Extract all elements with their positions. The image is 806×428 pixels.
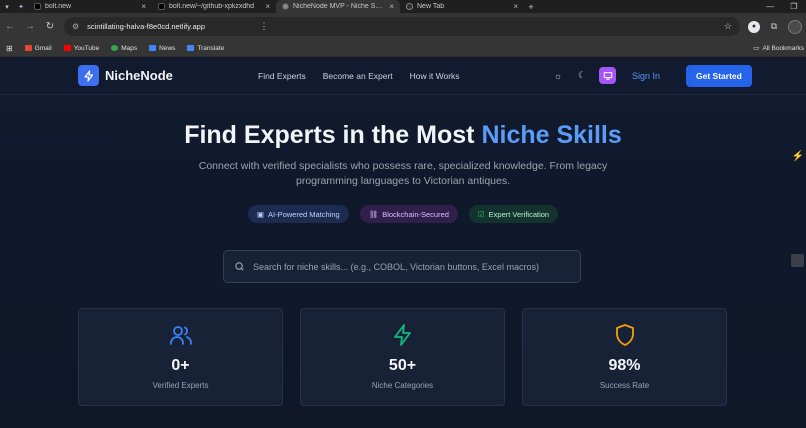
- bolt-favicon-icon: [34, 3, 41, 10]
- checkbox-icon: ☑: [477, 209, 485, 219]
- close-tab-icon[interactable]: ×: [141, 2, 146, 11]
- search-icon: [235, 262, 244, 271]
- lightning-icon: [393, 324, 411, 346]
- maps-icon: [111, 45, 119, 51]
- hero-title: Find Experts in the Most Niche Skills: [184, 121, 622, 149]
- tab-title: bolt.new/~/github-xpkzxdhd: [169, 3, 255, 10]
- stat-value: 0+: [171, 357, 190, 374]
- gmail-icon: [24, 45, 32, 51]
- stats-row: 0+ Verified Experts 50+ Niche Categories…: [78, 308, 727, 406]
- chrome-favicon-icon: [406, 3, 413, 10]
- tab-bolt[interactable]: bolt.new ×: [28, 0, 152, 13]
- shield-icon: [615, 324, 634, 346]
- bookmark-gmail[interactable]: Gmail: [24, 45, 52, 52]
- close-tab-icon[interactable]: ×: [513, 2, 518, 11]
- extension-icon[interactable]: ●: [748, 20, 760, 33]
- tab-list-chevron-icon[interactable]: ▾: [0, 0, 14, 13]
- new-tab-button[interactable]: +: [524, 0, 538, 13]
- get-started-button[interactable]: Get Started: [686, 64, 752, 87]
- stat-label: Niche Categories: [371, 381, 434, 390]
- feature-badges: ▣ AI-Powered Matching ⛓ Blockchain-Secured…: [0, 205, 806, 223]
- restore-icon[interactable]: ❐: [782, 0, 806, 13]
- sign-in-link[interactable]: Sign In: [632, 71, 660, 81]
- stat-label: Verified Experts: [152, 381, 209, 390]
- brand-name: NicheNode: [105, 68, 173, 83]
- stat-card-experts: 0+ Verified Experts: [78, 308, 283, 406]
- tab-title: NicheNode MVP - Niche Skills: [293, 3, 386, 10]
- browser-toolbar: ← → ↻ ⚙ scintillating-halva-f8e0cd.netli…: [0, 13, 806, 40]
- side-panel-icon[interactable]: [791, 254, 804, 267]
- link-icon: ⛓: [368, 209, 379, 219]
- main-nav: Find Experts Become an Expert How it Wor…: [258, 71, 460, 81]
- stat-value: 50+: [388, 357, 417, 374]
- bookmark-youtube[interactable]: YouTube: [63, 45, 99, 52]
- close-tab-icon[interactable]: ×: [265, 2, 270, 11]
- tab-nichenode[interactable]: NicheNode MVP - Niche Skills ×: [276, 0, 400, 13]
- minimize-icon[interactable]: —: [758, 0, 782, 13]
- address-bar[interactable]: ⚙ scintillating-halva-f8e0cd.netlify.app…: [64, 17, 740, 36]
- folder-icon: ▭: [753, 45, 760, 52]
- badge-blockchain: ⛓ Blockchain-Secured: [359, 205, 458, 223]
- sun-icon[interactable]: ☼: [551, 69, 565, 83]
- close-tab-icon[interactable]: ×: [389, 2, 394, 11]
- page-content: NicheNode Find Experts Become an Expert …: [0, 57, 806, 428]
- badge-ai-matching: ▣ AI-Powered Matching: [247, 205, 349, 223]
- translate-icon: [187, 45, 195, 51]
- url-text: scintillating-halva-f8e0cd.netlify.app: [87, 22, 206, 31]
- nichenode-favicon-icon: [282, 3, 289, 10]
- header-actions: ☼ ☾ Sign In Get Started: [551, 64, 752, 87]
- bookmark-news[interactable]: News: [149, 45, 175, 52]
- news-icon: [149, 45, 157, 51]
- reload-icon[interactable]: ↻: [44, 21, 56, 32]
- lightning-logo-icon: [78, 65, 99, 86]
- moon-icon[interactable]: ☾: [575, 69, 589, 83]
- forward-icon[interactable]: →: [24, 21, 36, 32]
- profile-avatar[interactable]: [788, 19, 802, 34]
- stat-label: Success Rate: [599, 381, 650, 390]
- stat-value: 98%: [608, 357, 641, 374]
- tab-new-tab[interactable]: New Tab ×: [400, 0, 524, 13]
- window-controls: — ❐: [758, 0, 806, 13]
- browser-tab-bar: ▾ ✦ bolt.new × bolt.new/~/github-xpkzxdh…: [0, 0, 806, 13]
- gemini-icon[interactable]: ✦: [14, 0, 28, 13]
- site-header: NicheNode Find Experts Become an Expert …: [0, 57, 806, 95]
- skill-search: [223, 250, 581, 283]
- robot-icon: ▣: [256, 209, 264, 219]
- nav-become-expert[interactable]: Become an Expert: [323, 71, 393, 81]
- tab-title: bolt.new: [45, 3, 72, 10]
- bookmark-translate[interactable]: Translate: [187, 45, 224, 52]
- hero-subtitle: Connect with verified specialists who po…: [198, 160, 608, 187]
- brand-logo[interactable]: NicheNode: [78, 65, 173, 86]
- tab-bolt-github[interactable]: bolt.new/~/github-xpkzxdhd ×: [152, 0, 276, 13]
- all-bookmarks[interactable]: ▭ All Bookmarks: [753, 44, 804, 53]
- search-input[interactable]: [253, 261, 570, 272]
- users-icon: [169, 326, 192, 345]
- extensions-puzzle-icon[interactable]: ⧉: [768, 21, 780, 33]
- bolt-favicon-icon: [158, 3, 165, 10]
- browser-menu-icon[interactable]: ⋮: [258, 21, 270, 33]
- bolt-side-icon[interactable]: ⚡: [792, 151, 804, 162]
- bookmarks-bar: ⊞ Gmail YouTube Maps News Translate ▭ All…: [0, 40, 806, 57]
- tab-title: New Tab: [417, 3, 445, 10]
- apps-grid-icon[interactable]: ⊞: [6, 44, 13, 53]
- monitor-icon[interactable]: [599, 67, 616, 84]
- bookmark-star-icon[interactable]: ☆: [724, 21, 732, 32]
- site-info-icon[interactable]: ⚙: [72, 22, 79, 31]
- nav-how-it-works[interactable]: How it Works: [410, 71, 460, 81]
- youtube-icon: [63, 45, 71, 51]
- bookmark-maps[interactable]: Maps: [111, 45, 137, 52]
- nav-find-experts[interactable]: Find Experts: [258, 71, 306, 81]
- stat-card-success: 98% Success Rate: [522, 308, 727, 406]
- back-icon[interactable]: ←: [4, 21, 16, 32]
- hero-title-highlight: Niche Skills: [481, 121, 622, 149]
- badge-verification: ☑ Expert Verification: [468, 205, 559, 223]
- stat-card-categories: 50+ Niche Categories: [300, 308, 505, 406]
